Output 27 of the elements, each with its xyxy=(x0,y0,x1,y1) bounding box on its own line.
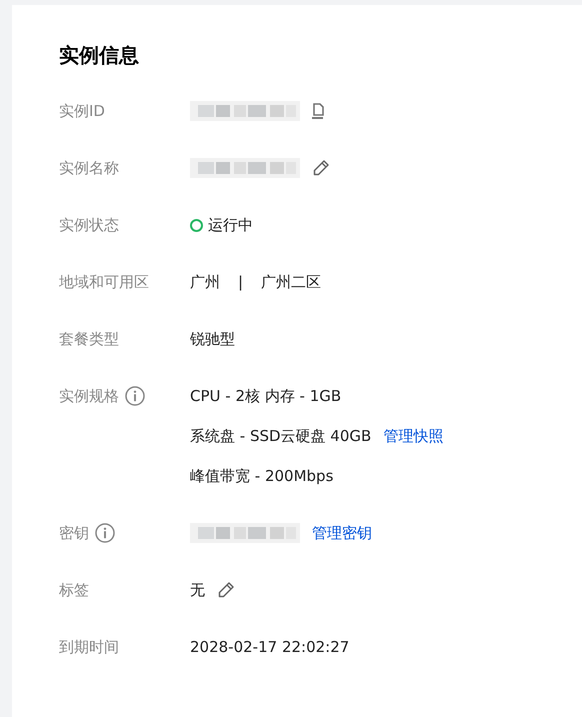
field-value: 广州二区 xyxy=(261,272,322,293)
field-value: 峰值带宽 - 200Mbps xyxy=(190,466,334,487)
field-label: 密钥 xyxy=(59,523,89,544)
section-title: 实例信息 xyxy=(59,42,140,69)
field-label: 实例名称 xyxy=(59,158,119,179)
status-text: 运行中 xyxy=(208,214,253,236)
field-label: 标签 xyxy=(59,580,89,601)
field-label: 实例ID xyxy=(59,101,105,122)
info-icon[interactable] xyxy=(95,523,115,543)
field-label: 实例状态 xyxy=(59,215,119,236)
field-value: 无 xyxy=(190,580,205,601)
field-value: 2028-02-17 22:02:27 xyxy=(190,636,350,658)
edit-icon[interactable] xyxy=(217,581,235,599)
field-value: CPU - 2核 内存 - 1GB xyxy=(190,386,342,407)
info-icon[interactable] xyxy=(125,386,145,406)
copy-icon[interactable] xyxy=(312,103,324,119)
edit-icon[interactable] xyxy=(312,159,330,177)
field-label: 套餐类型 xyxy=(59,329,119,350)
link[interactable]: 管理快照 xyxy=(383,424,444,448)
field-label: 实例规格 xyxy=(59,386,119,407)
separator: | xyxy=(237,272,244,293)
field-label: 地域和可用区 xyxy=(59,272,149,293)
field-value: 锐驰型 xyxy=(190,328,235,350)
field-value: 广州 xyxy=(190,272,220,293)
field-label: 到期时间 xyxy=(59,637,119,658)
field-value: 系统盘 - SSD云硬盘 40GB xyxy=(190,426,372,447)
link[interactable]: 管理密钥 xyxy=(312,522,372,544)
